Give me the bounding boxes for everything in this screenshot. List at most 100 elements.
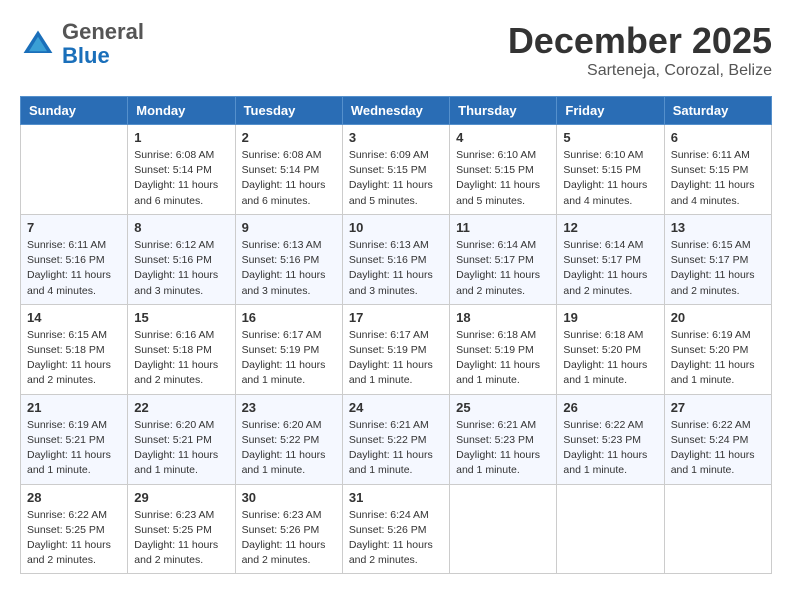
- calendar-cell: 12 Sunrise: 6:14 AM Sunset: 5:17 PM Dayli…: [557, 214, 664, 304]
- day-info: Sunrise: 6:17 AM Sunset: 5:19 PM Dayligh…: [242, 328, 336, 389]
- day-number: 1: [134, 130, 228, 145]
- day-info: Sunrise: 6:15 AM Sunset: 5:17 PM Dayligh…: [671, 238, 765, 299]
- calendar-cell: 21 Sunrise: 6:19 AM Sunset: 5:21 PM Dayli…: [21, 394, 128, 484]
- calendar-cell: 22 Sunrise: 6:20 AM Sunset: 5:21 PM Dayli…: [128, 394, 235, 484]
- day-header-wednesday: Wednesday: [342, 97, 449, 125]
- day-info: Sunrise: 6:18 AM Sunset: 5:20 PM Dayligh…: [563, 328, 657, 389]
- calendar-cell: 4Sunrise: 6:10 AM Sunset: 5:15 PM Daylig…: [450, 125, 557, 215]
- day-info: Sunrise: 6:14 AM Sunset: 5:17 PM Dayligh…: [456, 238, 550, 299]
- day-number: 12: [563, 220, 657, 235]
- day-number: 30: [242, 490, 336, 505]
- day-info: Sunrise: 6:13 AM Sunset: 5:16 PM Dayligh…: [242, 238, 336, 299]
- day-info: Sunrise: 6:22 AM Sunset: 5:23 PM Dayligh…: [563, 418, 657, 479]
- calendar-cell: 16 Sunrise: 6:17 AM Sunset: 5:19 PM Dayli…: [235, 304, 342, 394]
- location-subtitle: Sarteneja, Corozal, Belize: [508, 62, 772, 80]
- day-info: Sunrise: 6:21 AM Sunset: 5:22 PM Dayligh…: [349, 418, 443, 479]
- calendar-cell: 31 Sunrise: 6:24 AM Sunset: 5:26 PM Dayli…: [342, 484, 449, 574]
- calendar-cell: 28 Sunrise: 6:22 AM Sunset: 5:25 PM Dayli…: [21, 484, 128, 574]
- day-header-thursday: Thursday: [450, 97, 557, 125]
- day-info: Sunrise: 6:14 AM Sunset: 5:17 PM Dayligh…: [563, 238, 657, 299]
- calendar-cell: 18 Sunrise: 6:18 AM Sunset: 5:19 PM Dayli…: [450, 304, 557, 394]
- calendar-table: SundayMondayTuesdayWednesdayThursdayFrid…: [20, 96, 772, 574]
- day-info: Sunrise: 6:19 AM Sunset: 5:21 PM Dayligh…: [27, 418, 121, 479]
- day-info: Sunrise: 6:22 AM Sunset: 5:25 PM Dayligh…: [27, 508, 121, 569]
- calendar-cell: 10Sunrise: 6:13 AM Sunset: 5:16 PM Dayli…: [342, 214, 449, 304]
- calendar-cell: [21, 125, 128, 215]
- day-number: 5: [563, 130, 657, 145]
- day-info: Sunrise: 6:17 AM Sunset: 5:19 PM Dayligh…: [349, 328, 443, 389]
- day-number: 6: [671, 130, 765, 145]
- day-info: Sunrise: 6:11 AM Sunset: 5:16 PM Dayligh…: [27, 238, 121, 299]
- day-info: Sunrise: 6:11 AM Sunset: 5:15 PM Dayligh…: [671, 148, 765, 209]
- day-info: Sunrise: 6:20 AM Sunset: 5:22 PM Dayligh…: [242, 418, 336, 479]
- day-number: 28: [27, 490, 121, 505]
- day-info: Sunrise: 6:19 AM Sunset: 5:20 PM Dayligh…: [671, 328, 765, 389]
- day-number: 23: [242, 400, 336, 415]
- day-number: 8: [134, 220, 228, 235]
- day-number: 4: [456, 130, 550, 145]
- day-number: 16: [242, 310, 336, 325]
- calendar-cell: 7 Sunrise: 6:11 AM Sunset: 5:16 PM Daylig…: [21, 214, 128, 304]
- calendar-cell: 9 Sunrise: 6:13 AM Sunset: 5:16 PM Daylig…: [235, 214, 342, 304]
- title-block: December 2025 Sarteneja, Corozal, Belize: [508, 20, 772, 80]
- day-number: 14: [27, 310, 121, 325]
- day-number: 21: [27, 400, 121, 415]
- day-number: 9: [242, 220, 336, 235]
- day-number: 31: [349, 490, 443, 505]
- calendar-week-row: 28 Sunrise: 6:22 AM Sunset: 5:25 PM Dayli…: [21, 484, 772, 574]
- day-info: Sunrise: 6:09 AM Sunset: 5:15 PM Dayligh…: [349, 148, 443, 209]
- calendar-week-row: 21 Sunrise: 6:19 AM Sunset: 5:21 PM Dayli…: [21, 394, 772, 484]
- day-info: Sunrise: 6:10 AM Sunset: 5:15 PM Dayligh…: [563, 148, 657, 209]
- calendar-cell: 2Sunrise: 6:08 AM Sunset: 5:14 PM Daylig…: [235, 125, 342, 215]
- calendar-cell: 14 Sunrise: 6:15 AM Sunset: 5:18 PM Dayli…: [21, 304, 128, 394]
- day-number: 19: [563, 310, 657, 325]
- day-info: Sunrise: 6:18 AM Sunset: 5:19 PM Dayligh…: [456, 328, 550, 389]
- calendar-cell: 23 Sunrise: 6:20 AM Sunset: 5:22 PM Dayli…: [235, 394, 342, 484]
- calendar-cell: [557, 484, 664, 574]
- day-number: 11: [456, 220, 550, 235]
- day-number: 10: [349, 220, 443, 235]
- day-number: 25: [456, 400, 550, 415]
- calendar-cell: 20 Sunrise: 6:19 AM Sunset: 5:20 PM Dayli…: [664, 304, 771, 394]
- day-number: 24: [349, 400, 443, 415]
- day-number: 20: [671, 310, 765, 325]
- calendar-cell: 5 Sunrise: 6:10 AM Sunset: 5:15 PM Daylig…: [557, 125, 664, 215]
- day-info: Sunrise: 6:12 AM Sunset: 5:16 PM Dayligh…: [134, 238, 228, 299]
- day-info: Sunrise: 6:24 AM Sunset: 5:26 PM Dayligh…: [349, 508, 443, 569]
- day-number: 3: [349, 130, 443, 145]
- calendar-week-row: 14 Sunrise: 6:15 AM Sunset: 5:18 PM Dayli…: [21, 304, 772, 394]
- calendar-cell: 27Sunrise: 6:22 AM Sunset: 5:24 PM Dayli…: [664, 394, 771, 484]
- day-info: Sunrise: 6:23 AM Sunset: 5:26 PM Dayligh…: [242, 508, 336, 569]
- calendar-cell: 8 Sunrise: 6:12 AM Sunset: 5:16 PM Daylig…: [128, 214, 235, 304]
- calendar-cell: 30 Sunrise: 6:23 AM Sunset: 5:26 PM Dayli…: [235, 484, 342, 574]
- day-header-tuesday: Tuesday: [235, 97, 342, 125]
- logo-text: General Blue: [62, 20, 144, 68]
- calendar-cell: 1 Sunrise: 6:08 AM Sunset: 5:14 PM Daylig…: [128, 125, 235, 215]
- calendar-cell: 25 Sunrise: 6:21 AM Sunset: 5:23 PM Dayli…: [450, 394, 557, 484]
- calendar-cell: 26 Sunrise: 6:22 AM Sunset: 5:23 PM Dayli…: [557, 394, 664, 484]
- day-info: Sunrise: 6:16 AM Sunset: 5:18 PM Dayligh…: [134, 328, 228, 389]
- day-number: 26: [563, 400, 657, 415]
- page-header: General Blue December 2025 Sarteneja, Co…: [20, 20, 772, 80]
- calendar-cell: 11 Sunrise: 6:14 AM Sunset: 5:17 PM Dayli…: [450, 214, 557, 304]
- calendar-cell: 17Sunrise: 6:17 AM Sunset: 5:19 PM Dayli…: [342, 304, 449, 394]
- day-header-sunday: Sunday: [21, 97, 128, 125]
- calendar-cell: 13Sunrise: 6:15 AM Sunset: 5:17 PM Dayli…: [664, 214, 771, 304]
- day-number: 7: [27, 220, 121, 235]
- day-info: Sunrise: 6:20 AM Sunset: 5:21 PM Dayligh…: [134, 418, 228, 479]
- day-info: Sunrise: 6:22 AM Sunset: 5:24 PM Dayligh…: [671, 418, 765, 479]
- day-info: Sunrise: 6:15 AM Sunset: 5:18 PM Dayligh…: [27, 328, 121, 389]
- logo: General Blue: [20, 20, 144, 68]
- calendar-header-row: SundayMondayTuesdayWednesdayThursdayFrid…: [21, 97, 772, 125]
- calendar-week-row: 1 Sunrise: 6:08 AM Sunset: 5:14 PM Daylig…: [21, 125, 772, 215]
- day-info: Sunrise: 6:08 AM Sunset: 5:14 PM Dayligh…: [134, 148, 228, 209]
- day-info: Sunrise: 6:21 AM Sunset: 5:23 PM Dayligh…: [456, 418, 550, 479]
- day-number: 18: [456, 310, 550, 325]
- day-header-friday: Friday: [557, 97, 664, 125]
- calendar-cell: 24 Sunrise: 6:21 AM Sunset: 5:22 PM Dayli…: [342, 394, 449, 484]
- month-title: December 2025: [508, 20, 772, 62]
- day-header-monday: Monday: [128, 97, 235, 125]
- day-number: 22: [134, 400, 228, 415]
- logo-icon: [20, 26, 56, 62]
- calendar-cell: 3 Sunrise: 6:09 AM Sunset: 5:15 PM Daylig…: [342, 125, 449, 215]
